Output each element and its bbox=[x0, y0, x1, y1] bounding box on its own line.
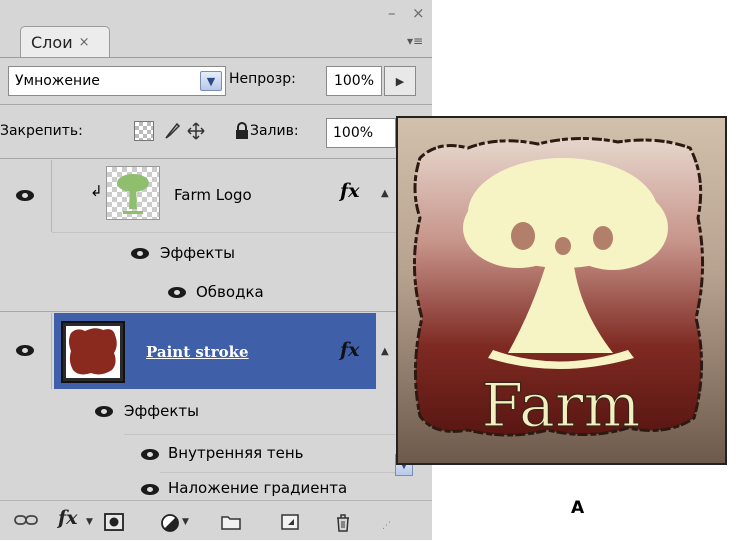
divider bbox=[0, 158, 432, 159]
new-layer-icon[interactable] bbox=[280, 513, 300, 535]
panel-menu-button[interactable]: ▾≡ bbox=[404, 34, 426, 52]
layer-name[interactable]: Farm Logo bbox=[174, 186, 252, 204]
visibility-toggle[interactable] bbox=[0, 160, 52, 232]
minimize-button[interactable]: – bbox=[388, 4, 396, 22]
folder-icon[interactable] bbox=[220, 513, 242, 535]
tab-title: Слои bbox=[31, 33, 73, 52]
eye-icon[interactable] bbox=[140, 448, 162, 462]
layer-row-paint-stroke[interactable]: Paint stroke fx ▲ bbox=[0, 313, 397, 389]
artwork-image: Farm bbox=[396, 116, 727, 465]
divider bbox=[52, 232, 397, 233]
eye-icon[interactable] bbox=[167, 286, 189, 300]
expand-arrow-icon[interactable]: ▲ bbox=[381, 188, 389, 199]
trash-icon[interactable] bbox=[334, 513, 352, 537]
layer-name[interactable]: Paint stroke bbox=[146, 343, 249, 361]
resize-grip-icon[interactable]: ⋰ bbox=[382, 521, 391, 531]
eye-icon[interactable] bbox=[140, 483, 162, 497]
figure-caption: A bbox=[571, 498, 585, 518]
effects-row[interactable]: Эффекты bbox=[0, 236, 397, 270]
lock-label: Закрепить: bbox=[0, 123, 83, 139]
lock-move-icon[interactable] bbox=[186, 121, 206, 141]
layer-thumbnail bbox=[61, 321, 125, 383]
divider bbox=[160, 472, 397, 473]
chevron-down-icon[interactable]: ▼ bbox=[200, 71, 222, 91]
opacity-label: Непрозр: bbox=[229, 71, 296, 87]
bottom-toolbar: fx ▼ ▼ ⋰ bbox=[0, 500, 432, 541]
add-mask-icon[interactable] bbox=[104, 513, 124, 535]
effect-name: Внутренняя тень bbox=[168, 444, 304, 462]
eye-icon[interactable] bbox=[15, 189, 37, 203]
effect-name: Наложение градиента bbox=[168, 479, 348, 497]
effect-row-gradient-overlay[interactable]: Наложение градиента bbox=[0, 474, 397, 500]
chevron-down-icon: ▼ bbox=[86, 517, 93, 527]
divider bbox=[0, 57, 432, 58]
fill-value: 100% bbox=[333, 125, 374, 141]
lock-all-icon[interactable] bbox=[232, 121, 252, 141]
blend-mode-select[interactable]: Умножение ▼ bbox=[8, 66, 226, 96]
fill-label: Залив: bbox=[250, 123, 299, 139]
opacity-field[interactable]: 100% bbox=[326, 66, 382, 96]
close-panel-button[interactable]: × bbox=[412, 4, 425, 22]
layer-row-farm-logo[interactable]: ↲ Farm Logo fx ▲ bbox=[0, 160, 397, 232]
effect-name: Обводка bbox=[196, 283, 264, 301]
effect-row-inner-shadow[interactable]: Внутренняя тень bbox=[0, 436, 397, 470]
link-layers-icon[interactable] bbox=[14, 513, 38, 531]
divider bbox=[0, 104, 432, 105]
effects-label: Эффекты bbox=[160, 244, 235, 262]
fx-icon[interactable]: fx bbox=[340, 180, 360, 202]
eye-icon[interactable] bbox=[94, 405, 116, 419]
eye-icon[interactable] bbox=[15, 344, 37, 358]
divider bbox=[0, 311, 397, 312]
artwork-text: Farm bbox=[482, 371, 641, 441]
effects-row[interactable]: Эффекты bbox=[0, 393, 397, 429]
opacity-value: 100% bbox=[333, 73, 375, 89]
effect-row-stroke[interactable]: Обводка bbox=[0, 274, 397, 308]
effects-label: Эффекты bbox=[124, 402, 199, 420]
layer-thumbnail bbox=[106, 166, 160, 220]
lock-brush-icon[interactable] bbox=[162, 121, 182, 141]
fill-field[interactable]: 100% bbox=[326, 118, 396, 148]
expand-arrow-icon[interactable]: ▲ bbox=[381, 346, 389, 357]
fx-icon[interactable]: fx bbox=[340, 339, 360, 361]
eye-icon[interactable] bbox=[130, 247, 152, 261]
lock-transparency-icon[interactable] bbox=[134, 121, 154, 141]
blend-mode-value: Умножение bbox=[15, 73, 100, 89]
layers-panel: – × Слои × ▾≡ Умножение ▼ Непрозр: 100% … bbox=[0, 0, 432, 540]
tab-layers[interactable]: Слои × bbox=[20, 26, 110, 58]
clipping-arrow-icon: ↲ bbox=[90, 182, 103, 200]
add-style-button[interactable]: fx bbox=[58, 507, 78, 529]
divider bbox=[124, 434, 397, 435]
tab-close-icon[interactable]: × bbox=[79, 35, 90, 50]
visibility-toggle[interactable] bbox=[0, 313, 52, 389]
chevron-down-icon: ▼ bbox=[182, 517, 189, 527]
opacity-slider-button[interactable]: ▶ bbox=[384, 66, 416, 96]
adjustment-layer-icon[interactable] bbox=[160, 513, 180, 537]
